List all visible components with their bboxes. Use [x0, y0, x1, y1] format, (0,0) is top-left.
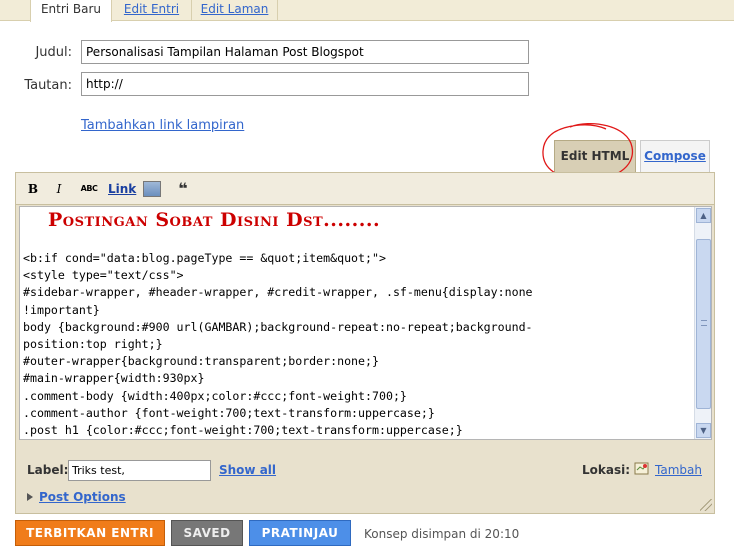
- show-all-link[interactable]: Show all: [219, 463, 276, 477]
- add-location-link[interactable]: Tambah: [655, 463, 702, 477]
- editor-frame: B I ABC Link ❝ Postingan Sobat Disini Ds…: [15, 172, 715, 514]
- location-caption: Lokasi:: [582, 463, 631, 477]
- italic-button[interactable]: I: [52, 180, 66, 198]
- label-row: Label: Show all Lokasi: Tambah: [16, 458, 714, 482]
- scroll-up-icon[interactable]: ▲: [696, 208, 711, 223]
- title-label: Judul:: [35, 45, 72, 60]
- tab-edit-laman[interactable]: Edit Laman: [192, 0, 278, 21]
- post-options-toggle[interactable]: Post Options: [27, 490, 126, 504]
- link-input[interactable]: [81, 72, 529, 96]
- scroll-down-icon[interactable]: ▼: [696, 423, 711, 438]
- top-tab-bar: Entri Baru Edit Entri Edit Laman: [0, 0, 734, 22]
- link-button[interactable]: Link: [108, 180, 136, 198]
- bold-button[interactable]: B: [26, 180, 40, 198]
- editor-heading-text: Postingan Sobat Disini Dst........: [48, 209, 381, 231]
- quote-button[interactable]: ❝: [174, 180, 192, 198]
- triangle-right-icon: [27, 493, 33, 501]
- edit-html-tab[interactable]: Edit HTML: [554, 140, 636, 173]
- add-attachment-link[interactable]: Tambahkan link lampiran: [81, 118, 244, 133]
- saved-button[interactable]: SAVED: [171, 520, 243, 546]
- tab-edit-entri[interactable]: Edit Entri: [112, 0, 192, 21]
- tab-entri-baru[interactable]: Entri Baru: [30, 0, 112, 22]
- publish-button[interactable]: TERBITKAN ENTRI: [15, 520, 165, 546]
- preview-button[interactable]: PRATINJAU: [249, 520, 351, 546]
- draft-status-text: Konsep disimpan di 20:10: [364, 527, 520, 541]
- title-input[interactable]: [81, 40, 529, 64]
- editor-toolbar: B I ABC Link ❝: [16, 173, 714, 205]
- compose-tab[interactable]: Compose: [640, 140, 710, 173]
- post-options-label: Post Options: [39, 490, 126, 504]
- map-icon[interactable]: [634, 461, 650, 476]
- html-editor-textarea[interactable]: Postingan Sobat Disini Dst........ <b:if…: [19, 206, 712, 440]
- link-label: Tautan:: [24, 78, 72, 93]
- label-caption: Label:: [27, 463, 69, 477]
- editor-scrollbar[interactable]: ▲ ▼: [694, 207, 711, 439]
- image-icon[interactable]: [143, 181, 161, 197]
- resize-grip-icon[interactable]: [700, 499, 712, 511]
- editor-code: <b:if cond="data:blog.pageType == &quot;…: [23, 251, 533, 438]
- strikethrough-button[interactable]: ABC: [78, 180, 100, 198]
- labels-input[interactable]: [68, 460, 211, 481]
- scroll-thumb[interactable]: [696, 239, 711, 409]
